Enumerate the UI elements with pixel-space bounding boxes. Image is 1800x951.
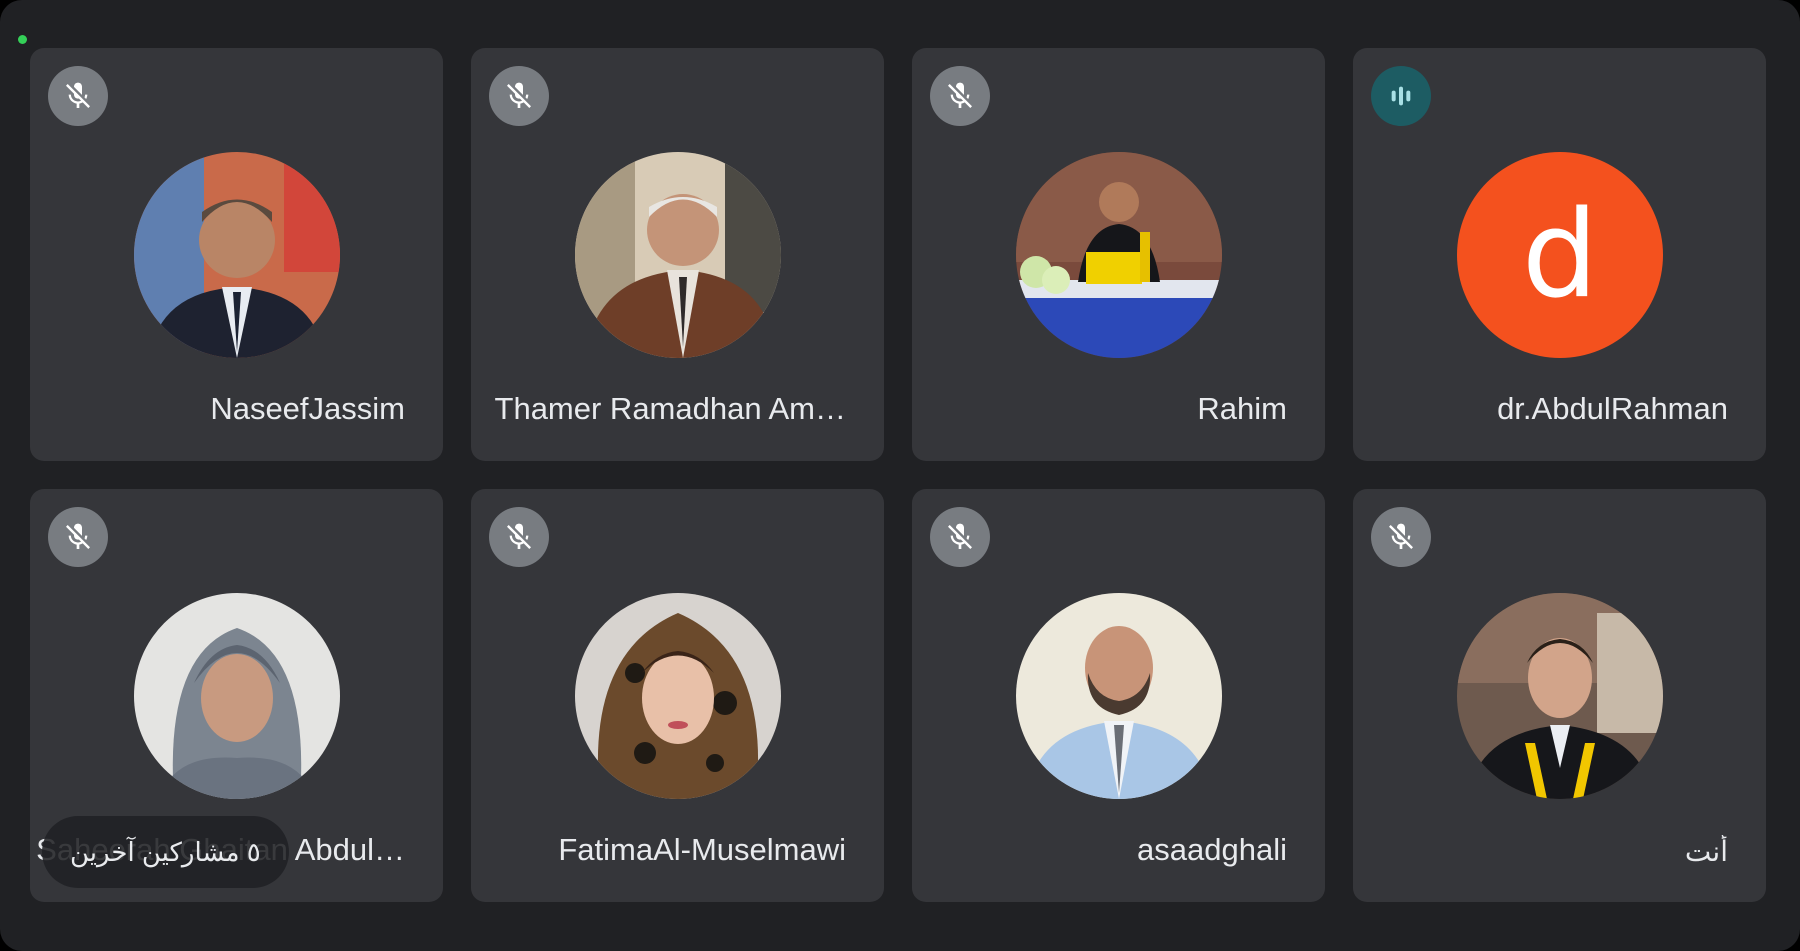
mic-off-icon: [930, 66, 990, 126]
participant-tile[interactable]: FatimaAl-Muselmawi: [471, 489, 884, 902]
participant-tile[interactable]: d dr.AbdulRahman: [1353, 48, 1766, 461]
avatar-letter: d: [1521, 185, 1599, 325]
mic-off-icon: [489, 66, 549, 126]
participant-avatar: [134, 593, 340, 799]
mic-off-icon: [489, 507, 549, 567]
participant-name: Thamer Ramadhan Am…: [494, 391, 846, 426]
participant-tile[interactable]: Thamer Ramadhan Am…: [471, 48, 884, 461]
participant-avatar: [575, 593, 781, 799]
recording-indicator: [18, 35, 27, 44]
mic-off-icon: [48, 66, 108, 126]
participant-name: asaadghali: [1137, 832, 1287, 867]
participant-name: Rahim: [1197, 391, 1287, 426]
mic-off-icon: [1371, 507, 1431, 567]
participant-name-self: أنت: [1684, 836, 1728, 867]
participant-tile[interactable]: Rahim: [912, 48, 1325, 461]
participant-tile[interactable]: NaseefJassim: [30, 48, 443, 461]
participant-name: NaseefJassim: [210, 391, 405, 426]
meeting-window: NaseefJassim Thamer Ramadhan Am… Rahim d…: [0, 0, 1800, 951]
participant-avatar: [134, 152, 340, 358]
participant-avatar: [1457, 593, 1663, 799]
audio-level-icon: [1371, 66, 1431, 126]
participant-tile[interactable]: asaadghali: [912, 489, 1325, 902]
participant-grid: NaseefJassim Thamer Ramadhan Am… Rahim d…: [30, 48, 1766, 902]
participant-avatar: d: [1457, 152, 1663, 358]
participant-avatar: [1016, 593, 1222, 799]
participant-tile[interactable]: أنت: [1353, 489, 1766, 902]
participant-avatar: [1016, 152, 1222, 358]
mic-off-icon: [930, 507, 990, 567]
participant-avatar: [575, 152, 781, 358]
other-participants-chip[interactable]: ٥ مشاركين آخرين: [42, 816, 289, 888]
participant-name: FatimaAl-Muselmawi: [558, 832, 846, 867]
mic-off-icon: [48, 507, 108, 567]
participant-name: dr.AbdulRahman: [1497, 391, 1728, 426]
